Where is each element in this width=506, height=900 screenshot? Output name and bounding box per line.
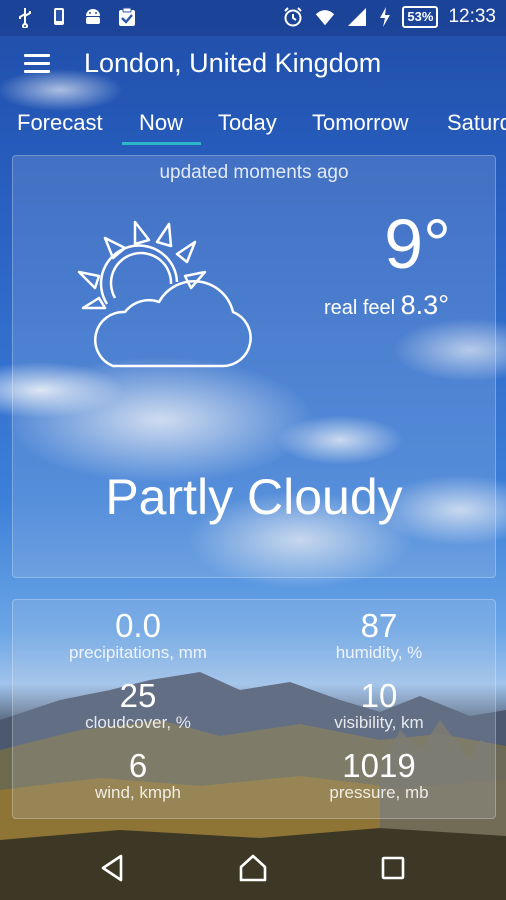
- recents-icon[interactable]: [377, 852, 409, 884]
- tab-tomorrow[interactable]: Tomorrow: [312, 110, 409, 136]
- back-icon[interactable]: [97, 852, 129, 884]
- temperature: 9°: [384, 205, 451, 283]
- updated-text: updated moments ago: [159, 162, 349, 183]
- stat-wind: 6 wind, kmph: [38, 748, 238, 802]
- stat-value: 10: [360, 677, 398, 714]
- usb-icon: [19, 8, 31, 28]
- tab-bar: Forecast Now Today Tomorrow Saturday: [0, 104, 506, 148]
- stat-label: visibility, km: [334, 713, 424, 732]
- tab-saturday[interactable]: Saturday: [447, 110, 506, 136]
- battery-level: 53%: [402, 6, 439, 28]
- android-icon: [86, 9, 100, 24]
- stat-cloudcover: 25 cloudcover, %: [38, 678, 238, 732]
- alarm-icon: [284, 7, 303, 27]
- stat-pressure: 1019 pressure, mb: [279, 748, 479, 802]
- charging-icon: [380, 7, 391, 27]
- stat-label: precipitations, mm: [69, 643, 207, 662]
- status-bar: 53% 12:33: [0, 0, 506, 36]
- signal-icon: [348, 8, 367, 26]
- real-feel-value: 8.3°: [400, 290, 449, 320]
- partly-cloudy-icon: [77, 220, 252, 368]
- weather-condition: Partly Cloudy: [105, 469, 403, 525]
- location-title: London, United Kingdom: [84, 48, 382, 78]
- home-icon[interactable]: [237, 852, 269, 884]
- app-bar: London, United Kingdom: [0, 36, 506, 92]
- clock: 12:33: [448, 6, 496, 27]
- stat-value: 1019: [342, 747, 416, 784]
- stat-label: cloudcover, %: [85, 713, 191, 732]
- clipboard-check-icon: [119, 7, 135, 26]
- stat-value: 25: [119, 677, 157, 714]
- real-feel: real feel 8.3°: [324, 290, 449, 321]
- stat-label: pressure, mb: [329, 783, 429, 802]
- stat-precipitation: 0.0 precipitations, mm: [38, 608, 238, 662]
- weather-stats-card: 0.0 precipitations, mm 87 humidity, % 25…: [12, 599, 496, 819]
- stat-label: wind, kmph: [95, 783, 181, 802]
- stat-visibility: 10 visibility, km: [279, 678, 479, 732]
- hamburger-menu-icon[interactable]: [22, 52, 54, 76]
- stat-value: 0.0: [115, 607, 161, 644]
- phone-icon: [54, 8, 64, 25]
- system-nav-bar: [0, 836, 506, 900]
- stat-humidity: 87 humidity, %: [279, 608, 479, 662]
- stat-value: 87: [360, 607, 398, 644]
- active-tab-indicator: [122, 142, 201, 145]
- tab-forecast[interactable]: Forecast: [17, 110, 103, 136]
- current-conditions-card: updated moments ago 9° real feel 8.3° Pa…: [12, 155, 496, 578]
- wifi-icon: [316, 10, 335, 26]
- tab-now[interactable]: Now: [139, 110, 183, 136]
- real-feel-label: real feel: [323, 297, 396, 319]
- stat-value: 6: [128, 747, 148, 784]
- tab-today[interactable]: Today: [218, 110, 277, 136]
- stat-label: humidity, %: [335, 643, 423, 662]
